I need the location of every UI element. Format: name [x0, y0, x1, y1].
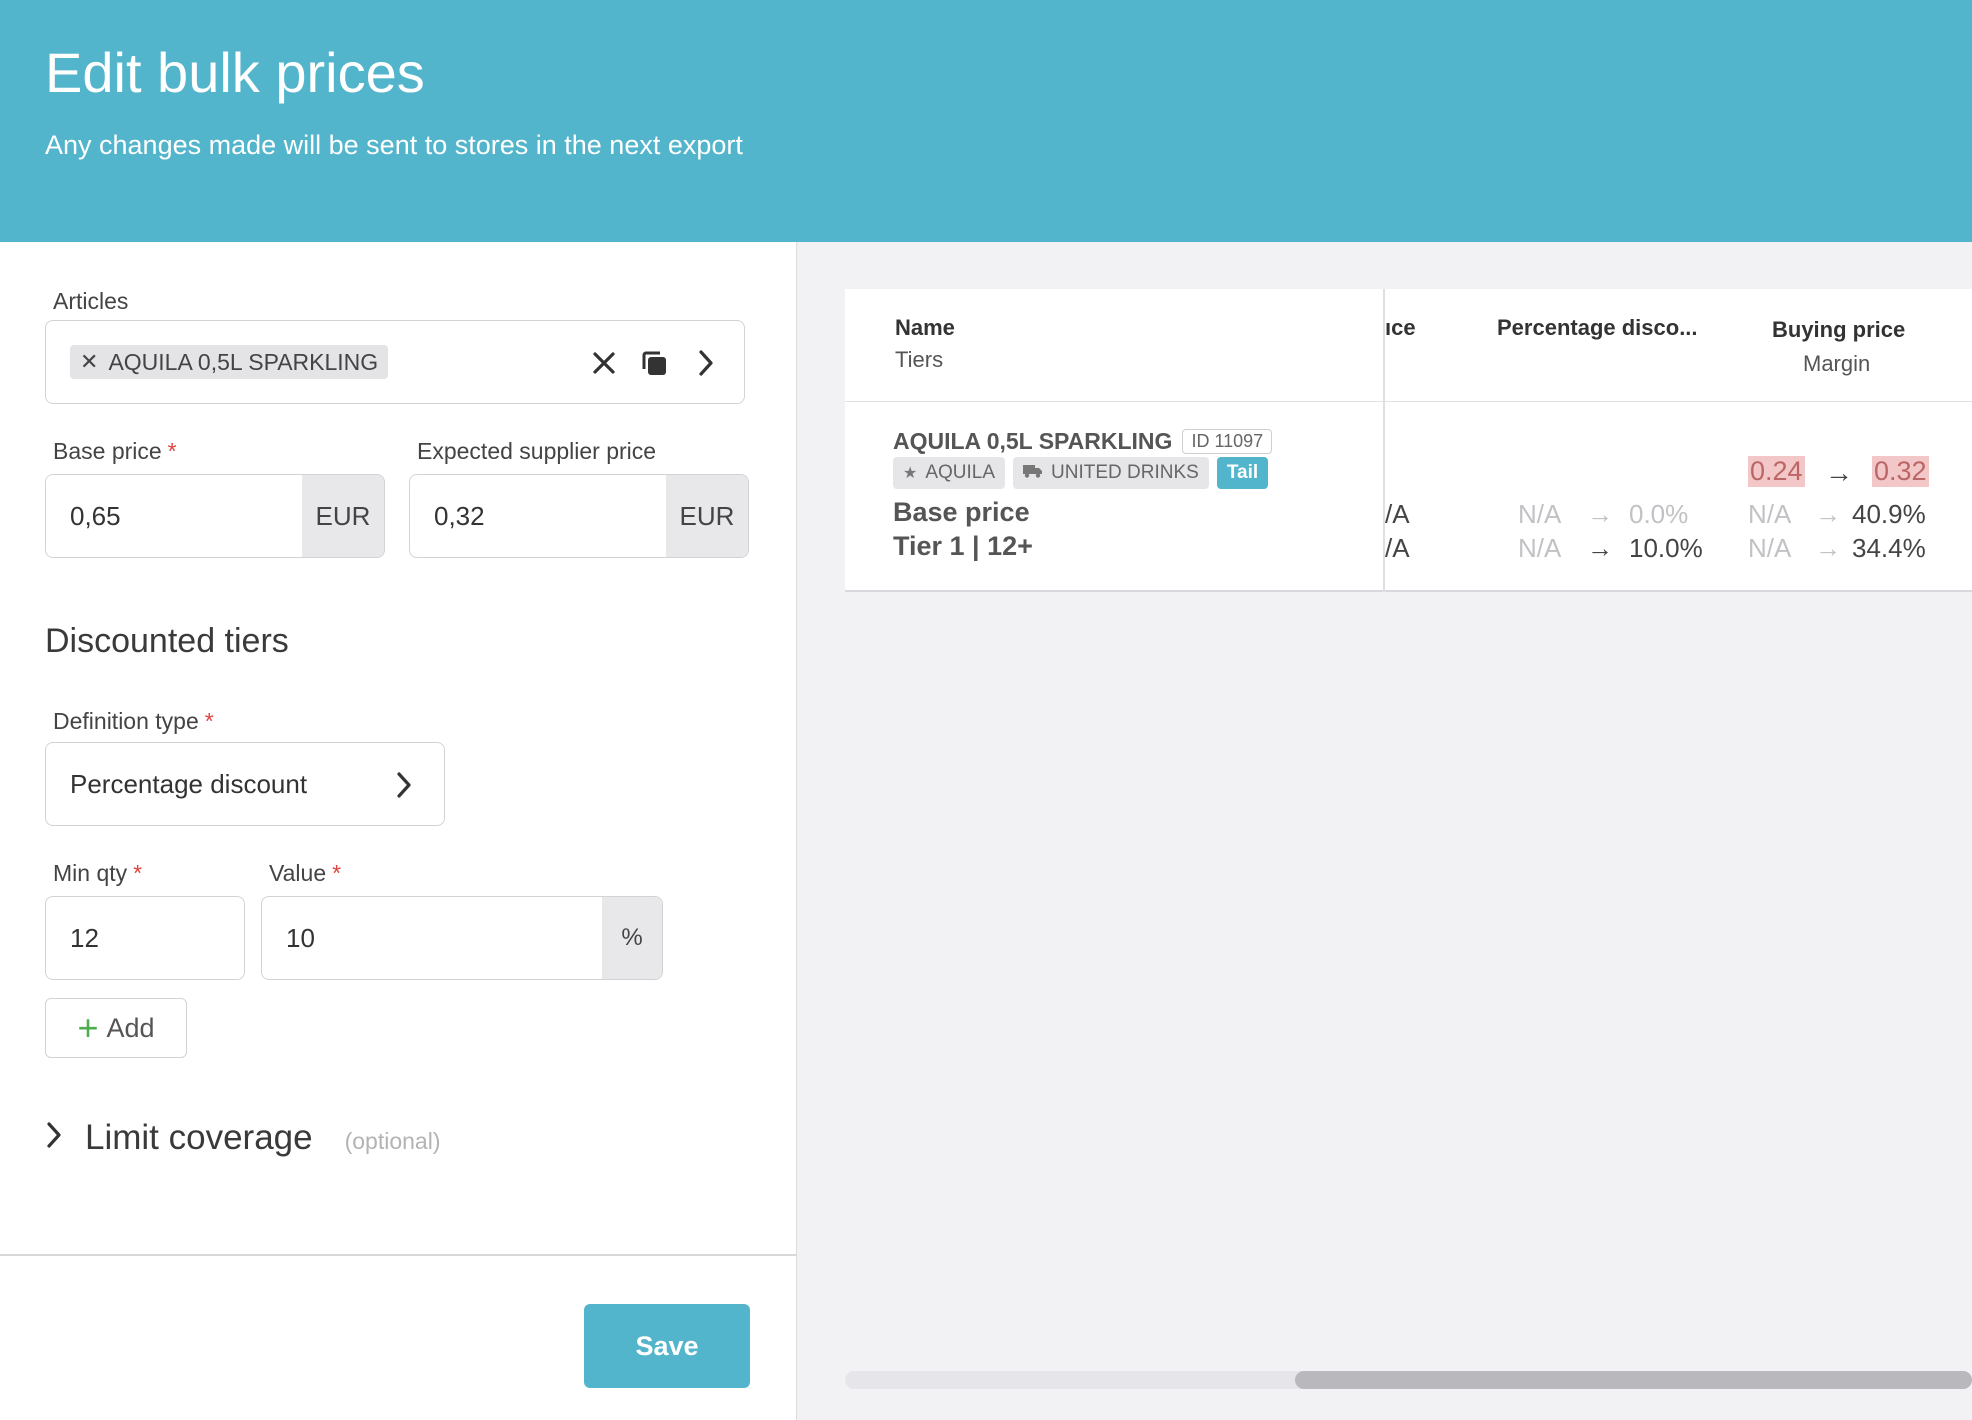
article-chip-label: AQUILA 0,5L SPARKLING: [108, 348, 379, 375]
row-tier-1-discount-new: 10.0%: [1629, 533, 1703, 563]
row-tier-1-margin-new: 34.4%: [1852, 533, 1926, 563]
article-id-badge: ID 11097: [1182, 429, 1273, 454]
article-name: AQUILA 0,5L SPARKLING ID 11097: [893, 428, 1273, 455]
base-price-currency: EUR: [302, 475, 384, 557]
clear-icon[interactable]: [586, 345, 622, 381]
brand-tag: ★ AQUILA: [893, 457, 1006, 489]
required-mark: *: [133, 860, 143, 886]
row-tier-1-discount-old: N/A: [1518, 533, 1562, 563]
limit-coverage-toggle[interactable]: Limit coverage (optional): [45, 1118, 441, 1158]
articles-select[interactable]: ✕ AQUILA 0,5L SPARKLING: [45, 320, 745, 404]
row-base-price-margin-new: 40.9%: [1852, 499, 1926, 529]
scrollbar-thumb[interactable]: [1295, 1371, 1972, 1389]
chevron-right-icon[interactable]: [688, 345, 724, 381]
min-qty-value[interactable]: 12: [70, 897, 99, 979]
column-margin-subheader: Margin: [1803, 351, 1871, 376]
add-tier-label: Add: [106, 1012, 155, 1043]
limit-coverage-label: Limit coverage: [85, 1118, 313, 1157]
articles-label-text: Articles: [53, 288, 129, 314]
chip-remove-icon[interactable]: ✕: [80, 349, 98, 375]
tail-badge: Tail: [1216, 457, 1269, 489]
tier-value-label-text: Value: [269, 860, 327, 886]
base-price-label: Base price *: [53, 438, 177, 465]
preview-table: Name Tiers ıce Percentage disco... Buyin…: [845, 289, 1972, 592]
article-chip: ✕ AQUILA 0,5L SPARKLING: [70, 345, 389, 379]
definition-type-label: Definition type *: [53, 708, 214, 735]
copy-icon[interactable]: [634, 343, 674, 383]
required-mark: *: [167, 438, 177, 464]
tier-value-field[interactable]: 10 %: [261, 896, 663, 980]
column-tiers-subheader: Tiers: [895, 347, 944, 372]
base-price-label-text: Base price: [53, 438, 162, 464]
page-header: Edit bulk prices Any changes made will b…: [0, 0, 1972, 242]
footer-divider: [0, 1254, 797, 1256]
page-subtitle: Any changes made will be sent to stores …: [45, 130, 743, 160]
definition-type-label-text: Definition type: [53, 708, 199, 734]
star-icon: ★: [903, 465, 918, 482]
chevron-right-icon: [45, 1119, 63, 1158]
expected-supplier-price-currency: EUR: [666, 475, 748, 557]
row-base-price-label: Base price: [893, 497, 1030, 527]
min-qty-field[interactable]: 12: [45, 896, 245, 980]
row-base-price-margin-arrow: →: [1815, 499, 1841, 529]
add-tier-button[interactable]: + Add: [45, 998, 187, 1058]
row-base-price-discount-old: N/A: [1518, 499, 1562, 529]
row-base-price-margin-old: N/A: [1748, 499, 1792, 529]
required-mark: *: [332, 860, 342, 886]
row-base-price-discount-arrow: →: [1587, 499, 1613, 529]
articles-label: Articles: [53, 288, 128, 315]
buying-price-arrow: →: [1825, 457, 1853, 488]
chevron-right-icon[interactable]: [386, 767, 422, 803]
expected-supplier-price-label-text: Expected supplier price: [417, 438, 657, 464]
page-title: Edit bulk prices: [45, 41, 425, 104]
brand-tag-label: AQUILA: [925, 462, 996, 483]
column-buying-price-header[interactable]: Buying price: [1772, 317, 1905, 343]
row-tier-1-margin-arrow: →: [1815, 533, 1841, 563]
buying-price-new: 0.32: [1872, 456, 1929, 487]
row-base-price-price: /A: [1385, 499, 1410, 529]
column-price-header[interactable]: ıce: [1385, 315, 1465, 341]
row-base-price-discount-new: 0.0%: [1629, 499, 1689, 529]
article-name-text: AQUILA 0,5L SPARKLING: [893, 428, 1173, 454]
supplier-tag: UNITED DRINKS: [1013, 457, 1209, 489]
row-tier-1-discount-arrow: →: [1587, 533, 1613, 563]
base-price-value[interactable]: 0,65: [70, 475, 121, 557]
base-price-field[interactable]: 0,65 EUR: [45, 474, 385, 558]
tier-value-value[interactable]: 10: [286, 897, 315, 979]
truck-icon: [1023, 464, 1043, 483]
plus-icon: +: [77, 1007, 99, 1048]
definition-type-select[interactable]: Percentage discount: [45, 742, 445, 826]
column-name-header[interactable]: Name: [895, 315, 955, 341]
expected-supplier-price-field[interactable]: 0,32 EUR: [409, 474, 749, 558]
row-tier-1-label: Tier 1 | 12+: [893, 531, 1033, 561]
article-tags: ★ AQUILA UNITED DRINKS Tail: [893, 457, 1269, 489]
edit-form-panel: Articles ✕ AQUILA 0,5L SPARKLING Base pr…: [0, 242, 797, 1420]
expected-supplier-price-value[interactable]: 0,32: [434, 475, 485, 557]
supplier-tag-label: UNITED DRINKS: [1051, 462, 1199, 483]
optional-hint: (optional): [344, 1128, 441, 1154]
save-button[interactable]: Save: [584, 1304, 750, 1388]
row-tier-1-price: /A: [1385, 533, 1410, 563]
horizontal-scrollbar[interactable]: [845, 1371, 1972, 1389]
tier-value-unit: %: [602, 897, 662, 979]
min-qty-label: Min qty *: [53, 860, 142, 887]
min-qty-label-text: Min qty: [53, 860, 128, 886]
row-tier-1-margin-old: N/A: [1748, 533, 1792, 563]
definition-type-value: Percentage discount: [70, 768, 308, 799]
required-mark: *: [204, 708, 214, 734]
table-header: Name Tiers ıce Percentage disco... Buyin…: [845, 289, 1972, 402]
tier-value-label: Value *: [269, 860, 341, 887]
buying-price-old: 0.24: [1748, 456, 1805, 487]
expected-supplier-price-label: Expected supplier price: [417, 438, 656, 465]
discounted-tiers-title: Discounted tiers: [45, 622, 289, 660]
column-percentage-discount-header[interactable]: Percentage disco...: [1497, 315, 1698, 341]
